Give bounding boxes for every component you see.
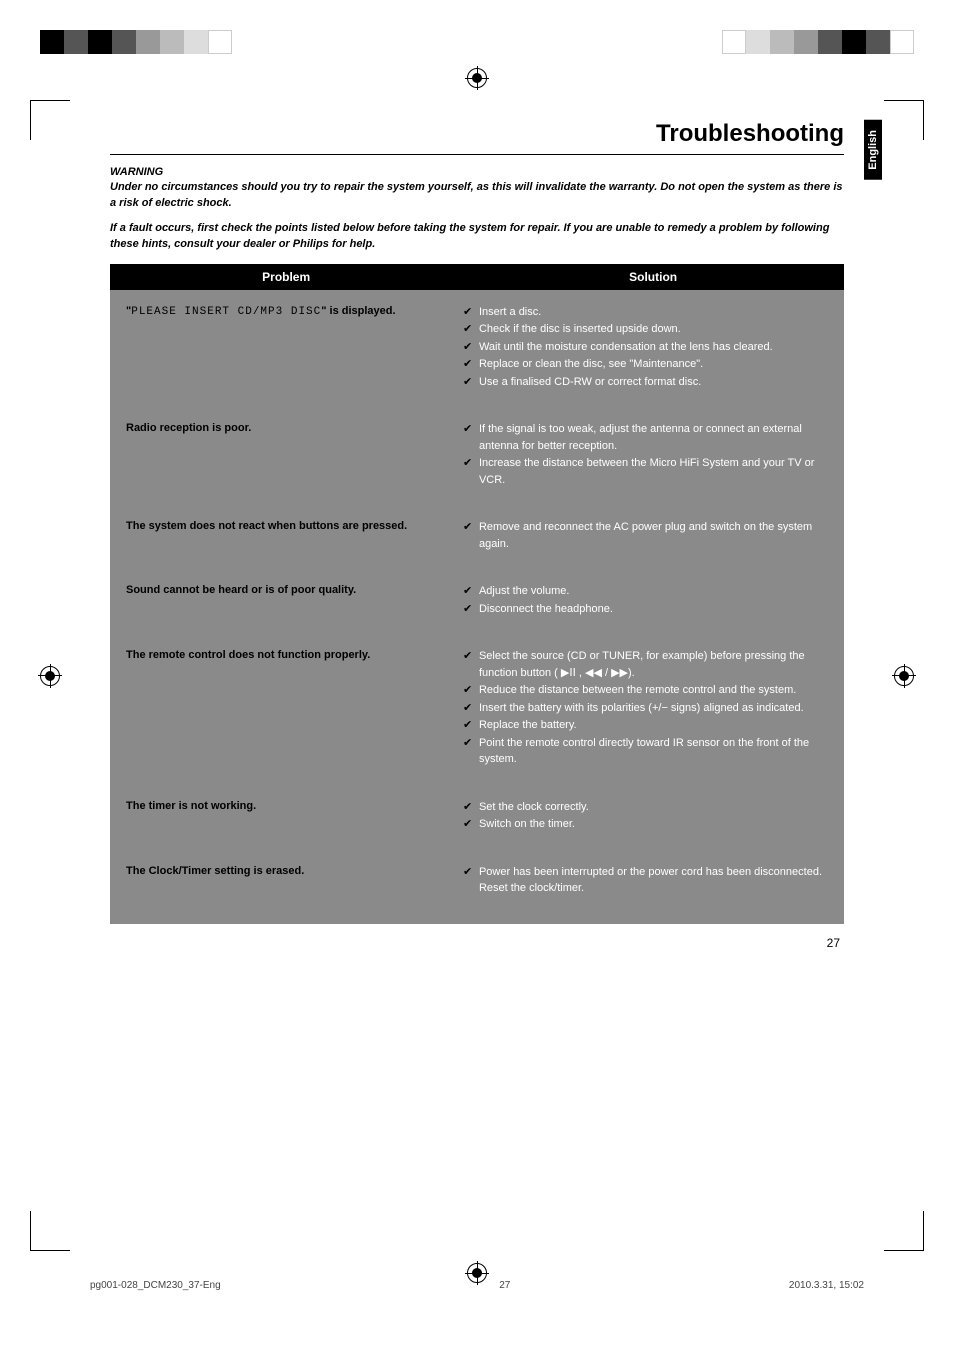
solution-item: Wait until the moisture condensation at … (463, 339, 828, 356)
footer-right: 2010.3.31, 15:02 (789, 1280, 864, 1291)
crop-mark-icon (884, 100, 924, 140)
page-content: English Troubleshooting WARNING Under no… (90, 120, 864, 1201)
table-row: "PLEASE INSERT CD/MP3 DISC" is displayed… (110, 290, 844, 398)
solution-cell: Remove and reconnect the AC power plug a… (463, 519, 828, 553)
registration-mark-left-icon (40, 666, 60, 686)
th-problem: Problem (110, 264, 462, 290)
solution-item: Disconnect the headphone. (463, 601, 828, 618)
solution-item: If the signal is too weak, adjust the an… (463, 421, 828, 454)
solution-item: Adjust the volume. (463, 583, 828, 600)
table-row: The system does not react when buttons a… (110, 495, 844, 559)
table-header: Problem Solution (110, 264, 844, 290)
solution-item: Insert a disc. (463, 304, 828, 321)
table-row: The remote control does not function pro… (110, 624, 844, 775)
problem-cell: The remote control does not function pro… (126, 648, 463, 769)
footer-left: pg001-028_DCM230_37-Eng (90, 1280, 221, 1291)
intro-para2: If a fault occurs, first check the point… (110, 221, 844, 252)
reg-block-right (722, 30, 914, 54)
solution-item: Insert the battery with its polarities (… (463, 700, 828, 717)
solution-cell: If the signal is too weak, adjust the an… (463, 421, 828, 489)
solution-item: Check if the disc is inserted upside dow… (463, 321, 828, 338)
language-tab: English (864, 120, 882, 180)
solution-cell: Power has been interrupted or the power … (463, 864, 828, 898)
solution-item: Increase the distance between the Micro … (463, 455, 828, 488)
solution-item: Remove and reconnect the AC power plug a… (463, 519, 828, 552)
intro-block: WARNING Under no circumstances should yo… (110, 165, 844, 252)
problem-cell: The system does not react when buttons a… (126, 519, 463, 553)
page-number: 27 (110, 936, 844, 950)
solution-cell: Adjust the volume. Disconnect the headph… (463, 583, 828, 618)
problem-cell: Radio reception is poor. (126, 421, 463, 489)
crop-mark-icon (30, 1211, 70, 1251)
problem-cell: Sound cannot be heard or is of poor qual… (126, 583, 463, 618)
warning-label: WARNING (110, 165, 844, 180)
solution-cell: Select the source (CD or TUNER, for exam… (463, 648, 828, 769)
problem-cell: The timer is not working. (126, 799, 463, 834)
crop-mark-icon (30, 100, 70, 140)
footer: pg001-028_DCM230_37-Eng 27 2010.3.31, 15… (90, 1280, 864, 1291)
lcd-text: PLEASE INSERT CD/MP3 DISC (131, 306, 321, 318)
page-title: Troubleshooting (656, 120, 844, 148)
solution-item: Set the clock correctly. (463, 799, 828, 816)
solution-item: Replace the battery. (463, 717, 828, 734)
solution-item: Reduce the distance between the remote c… (463, 682, 828, 699)
registration-top (0, 0, 954, 54)
th-solution: Solution (462, 264, 844, 290)
q-close: " is displayed. (321, 305, 395, 317)
registration-mark-top-icon (467, 68, 487, 88)
reg-block-left (40, 30, 232, 54)
solution-item: Point the remote control directly toward… (463, 735, 828, 768)
table-row: Radio reception is poor. If the signal i… (110, 397, 844, 495)
solution-item: Select the source (CD or TUNER, for exam… (463, 648, 828, 681)
title-row: Troubleshooting (110, 120, 844, 155)
registration-mark-right-icon (894, 666, 914, 686)
table-row: The Clock/Timer setting is erased. Power… (110, 840, 844, 904)
crop-mark-icon (884, 1211, 924, 1251)
solution-item: Use a finalised CD-RW or correct format … (463, 374, 828, 391)
footer-mid: 27 (499, 1280, 510, 1291)
table-body: "PLEASE INSERT CD/MP3 DISC" is displayed… (110, 290, 844, 924)
problem-cell: "PLEASE INSERT CD/MP3 DISC" is displayed… (126, 304, 463, 392)
problem-cell: The Clock/Timer setting is erased. (126, 864, 463, 898)
solution-item: Replace or clean the disc, see "Maintena… (463, 356, 828, 373)
solution-item: Switch on the timer. (463, 816, 828, 833)
solution-cell: Insert a disc. Check if the disc is inse… (463, 304, 828, 392)
table-row: Sound cannot be heard or is of poor qual… (110, 559, 844, 624)
table-row: The timer is not working. Set the clock … (110, 775, 844, 840)
solution-cell: Set the clock correctly. Switch on the t… (463, 799, 828, 834)
intro-para1: Under no circumstances should you try to… (110, 180, 844, 211)
solution-item: Power has been interrupted or the power … (463, 864, 828, 897)
